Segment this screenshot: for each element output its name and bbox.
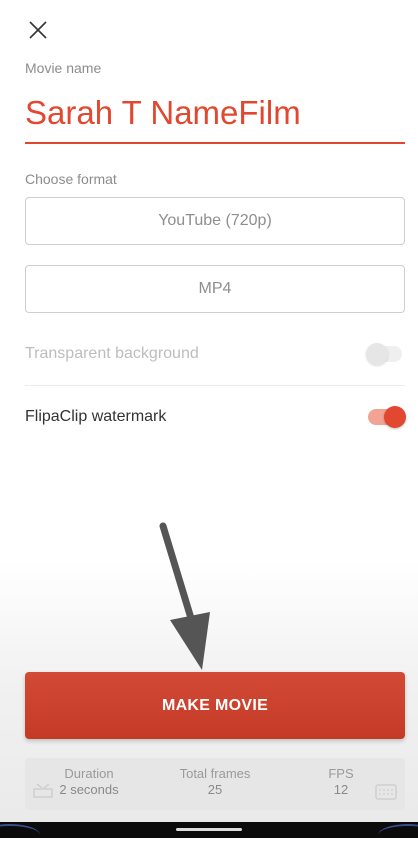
total-frames-stat: Total frames 25: [165, 766, 265, 798]
screen-curve: [0, 824, 40, 846]
make-movie-button[interactable]: MAKE MOVIE: [25, 672, 405, 739]
movie-stats-panel: Duration 2 seconds Total frames 25 FPS 1…: [25, 758, 405, 810]
watermark-toggle[interactable]: [368, 406, 406, 428]
duration-label: Duration: [64, 766, 114, 781]
fps-value: 12: [333, 782, 349, 797]
transparent-background-row: Transparent background: [25, 330, 405, 378]
divider: [25, 385, 405, 386]
close-button[interactable]: [24, 16, 52, 44]
resolution-select[interactable]: YouTube (720p): [25, 197, 405, 245]
toggle-knob: [384, 406, 406, 428]
transparent-background-label: Transparent background: [25, 345, 199, 362]
container-format-select[interactable]: MP4: [25, 265, 405, 313]
fps-stat: FPS 12: [321, 766, 361, 798]
pointer-arrow-icon: [159, 522, 210, 670]
close-icon: [29, 21, 47, 39]
system-navigation-bar: [0, 822, 418, 838]
duration-stat: Duration 2 seconds: [55, 766, 123, 798]
watermark-row: FlipaClip watermark: [25, 393, 406, 441]
fps-label: FPS: [328, 766, 354, 781]
toggle-knob: [366, 343, 388, 365]
movie-name-label: Movie name: [25, 60, 102, 76]
movie-name-input[interactable]: Sarah T NameFilm: [25, 90, 405, 144]
frames-stack-icon: [33, 783, 53, 798]
total-frames-value: 25: [207, 782, 223, 797]
home-indicator[interactable]: [176, 828, 242, 831]
watermark-label: FlipaClip watermark: [25, 408, 167, 425]
choose-format-label: Choose format: [25, 171, 117, 187]
total-frames-label: Total frames: [179, 766, 251, 781]
transparent-background-toggle[interactable]: [366, 343, 402, 365]
screen-curve: [378, 824, 418, 846]
keyboard-icon: [375, 784, 397, 800]
duration-value: 2 seconds: [59, 782, 119, 797]
